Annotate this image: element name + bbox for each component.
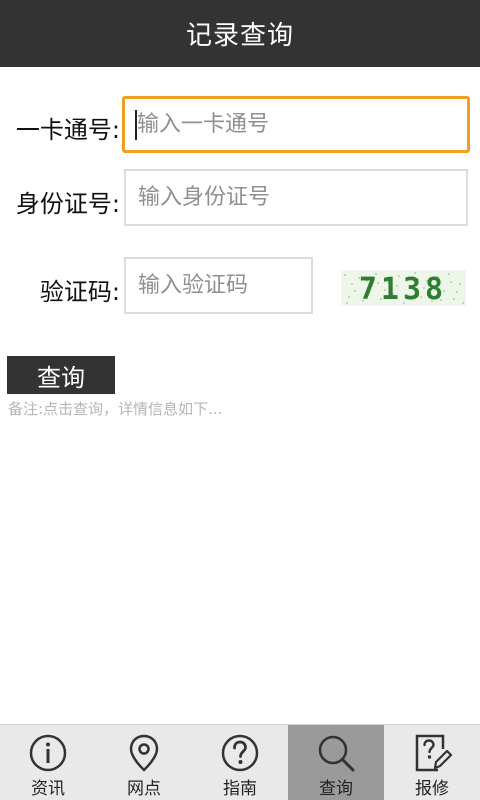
info-icon bbox=[29, 734, 67, 772]
nav-item-guide[interactable]: 指南 bbox=[192, 725, 288, 800]
bottom-nav: 资讯 网点 指南 查询 报修 bbox=[0, 724, 480, 800]
card-number-label: 一卡通号: bbox=[15, 116, 120, 144]
verification-code-label: 验证码: bbox=[39, 278, 120, 306]
id-number-input[interactable] bbox=[124, 169, 468, 226]
nav-item-query[interactable]: 查询 bbox=[288, 725, 384, 800]
nav-label-guide: 指南 bbox=[223, 779, 257, 799]
text-cursor bbox=[135, 110, 137, 140]
location-pin-icon bbox=[129, 734, 159, 772]
nav-item-news[interactable]: 资讯 bbox=[0, 725, 96, 800]
app-root: 记录查询 一卡通号: 身份证号: 验证码: 7138 查询 备注:点击查询，详情… bbox=[0, 0, 480, 800]
id-number-label: 身份证号: bbox=[15, 190, 120, 218]
title-bar: 记录查询 bbox=[0, 0, 480, 67]
page-title: 记录查询 bbox=[185, 21, 294, 51]
nav-label-repair: 报修 bbox=[415, 779, 449, 799]
captcha-text: 7138 bbox=[359, 272, 447, 306]
help-icon bbox=[221, 734, 259, 772]
search-icon bbox=[318, 735, 355, 772]
note-text: 备注:点击查询，详情信息如下... bbox=[8, 400, 223, 418]
captcha-image[interactable]: 7138 bbox=[341, 270, 466, 306]
card-number-input[interactable] bbox=[122, 96, 470, 153]
query-button[interactable]: 查询 bbox=[7, 356, 115, 394]
edit-report-icon bbox=[415, 734, 453, 772]
nav-item-outlets[interactable]: 网点 bbox=[96, 725, 192, 800]
nav-label-query: 查询 bbox=[319, 779, 353, 799]
nav-label-outlets: 网点 bbox=[127, 779, 161, 799]
nav-item-repair[interactable]: 报修 bbox=[384, 725, 480, 800]
verification-code-input[interactable] bbox=[124, 257, 313, 314]
nav-label-news: 资讯 bbox=[31, 779, 65, 799]
